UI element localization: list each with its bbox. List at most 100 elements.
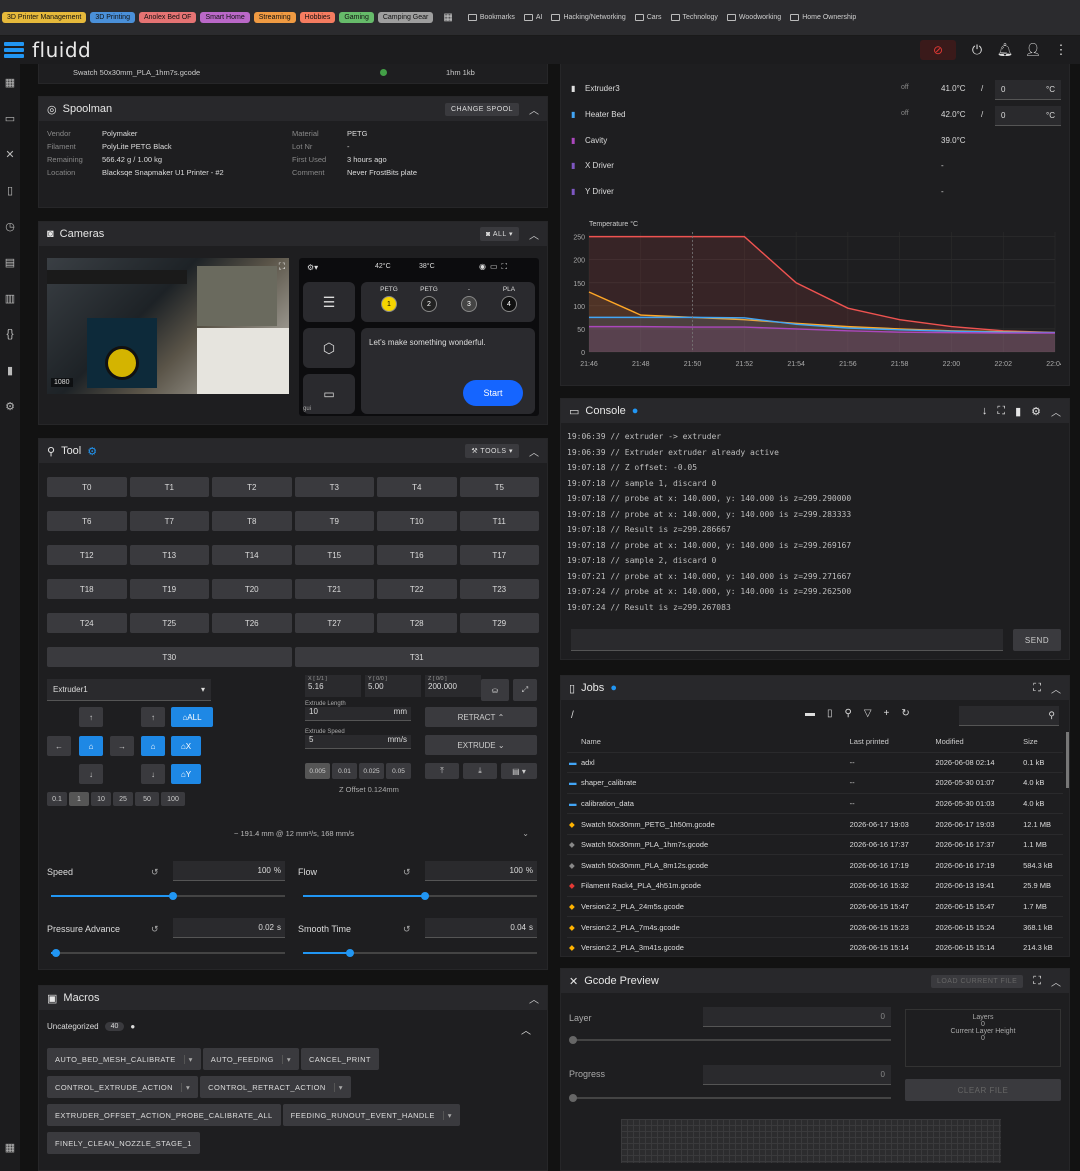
tool-button[interactable]: T26 [212, 613, 292, 633]
bookmark-folder[interactable]: Cars [634, 14, 662, 21]
job-row[interactable]: ◆ Swatch 50x30mm_PLA_8m12s.gcode 2026-06-1… [567, 854, 1063, 876]
bookmark-folder[interactable]: Hacking/Networking [551, 14, 626, 21]
progress-slider[interactable] [569, 1094, 891, 1102]
dashboard-icon[interactable]: ▦ [0, 64, 20, 100]
grid-icon[interactable]: ▦ [0, 1129, 20, 1165]
bookmark-chip[interactable]: 3D Printer Management [2, 12, 87, 23]
z-save-button[interactable]: ▤ ▾ [501, 763, 537, 779]
tool-button[interactable]: T6 [47, 511, 127, 531]
filter-icon[interactable]: ▽ [864, 708, 872, 719]
tool-button[interactable]: T4 [377, 477, 457, 497]
tool-button[interactable]: T1 [129, 477, 209, 497]
jog-step-button[interactable]: 10 [91, 792, 111, 806]
refresh-icon[interactable]: ↻ [901, 708, 909, 719]
layer-input[interactable]: 0 [703, 1007, 891, 1027]
z-step-button[interactable]: 0.01 [332, 763, 357, 779]
jog-step-button[interactable]: 25 [113, 792, 133, 806]
z-down-button[interactable]: ⤓ [463, 763, 497, 779]
st-reset-icon[interactable]: ↺ [403, 924, 411, 935]
bookmark-folder[interactable]: Technology [670, 14, 718, 21]
macro-dropdown-icon[interactable]: ▾ [183, 1054, 193, 1064]
more-vert-icon[interactable]: ⋮ [1054, 42, 1068, 57]
tool-button[interactable]: T7 [129, 511, 209, 531]
flow-input[interactable]: 100% [425, 861, 537, 881]
job-row[interactable]: ◆ Version2.2_PLA_24m5s.gcode 2026-06-15 15… [567, 895, 1063, 917]
macro-button[interactable]: FEEDING_RUNOUT_EVENT_HANDLE ▾ [282, 1104, 460, 1126]
tool-button[interactable]: T8 [212, 511, 292, 531]
job-row[interactable]: ◆ Swatch 50x30mm_PLA_1hm7s.gcode 2026-06-1… [567, 833, 1063, 855]
bookmark-folder[interactable]: AI [523, 14, 542, 21]
tool-button[interactable]: T16 [377, 545, 457, 565]
tool-button[interactable]: T23 [459, 579, 539, 599]
macro-button[interactable]: CONTROL_RETRACT_ACTION ▾ [200, 1076, 351, 1098]
jog-step-button[interactable]: 1 [69, 792, 89, 806]
smooth-time-input[interactable]: 0.04 s [425, 918, 537, 938]
clear-file-button[interactable]: CLEAR FILE [905, 1079, 1061, 1101]
bookmark-chip[interactable]: Gaming [339, 12, 374, 23]
job-row[interactable]: ◆ Version2.2_PLA_7m4s.gcode 2026-06-15 15:… [567, 916, 1063, 938]
tool-button[interactable]: T27 [294, 613, 374, 633]
tool-button[interactable]: T28 [377, 613, 457, 633]
jog-step-button[interactable]: 50 [135, 792, 159, 806]
tool-button[interactable]: T14 [212, 545, 292, 565]
z-step-button[interactable]: 0.025 [359, 763, 384, 779]
job-row[interactable]: ◆ Swatch 50x30mm_PETG_1h50m.gcode 2026-06-… [567, 813, 1063, 835]
bookmark-chip[interactable]: Streaming [253, 12, 296, 23]
files-icon[interactable]: ▯ [0, 172, 20, 208]
change-spool-button[interactable]: CHANGE SPOOL [444, 102, 519, 116]
macro-dropdown-icon[interactable]: ▾ [180, 1082, 190, 1092]
tool-button[interactable]: T13 [129, 545, 209, 565]
tool-button[interactable]: T24 [47, 613, 127, 633]
tool-button[interactable]: T31 [294, 647, 539, 667]
pressure-advance-input[interactable]: 0.02 s [173, 918, 285, 938]
tool-button[interactable]: T3 [294, 477, 374, 497]
send-button[interactable]: SEND [1013, 629, 1061, 651]
notifications-icon[interactable]: 🔔︎ [997, 42, 1014, 57]
rate-expand-icon[interactable]: ⌄ [522, 829, 529, 838]
macro-button[interactable]: FINELY_CLEAN_NOZZLE_STAGE_1 [47, 1132, 200, 1154]
macro-dropdown-icon[interactable]: ▾ [281, 1054, 291, 1064]
collapse-chevron-icon[interactable]: ︿ [529, 991, 539, 1006]
pa-reset-icon[interactable]: ↺ [151, 924, 159, 935]
z-step-button[interactable]: 0.005 [305, 763, 330, 779]
add-icon[interactable]: + [884, 708, 890, 719]
fluidd-logo-icon[interactable] [4, 40, 24, 60]
tool-button[interactable]: T12 [47, 545, 127, 565]
bookmark-chip[interactable]: Hobbies [299, 12, 336, 23]
layer-slider[interactable] [569, 1036, 891, 1044]
jobs-expand-icon[interactable]: ⛶ [1033, 682, 1041, 695]
progress-input[interactable]: 0 [703, 1065, 891, 1085]
expand-icon[interactable]: ⤢ [513, 679, 537, 701]
macro-dropdown-icon[interactable]: ▾ [333, 1082, 343, 1092]
speed-slider[interactable] [51, 892, 285, 900]
tool-button[interactable]: T10 [377, 511, 457, 531]
bookmarks-grid-icon[interactable]: ▦ [443, 12, 452, 23]
bookmark-chip[interactable]: Camping Gear [377, 12, 434, 23]
motors-icon[interactable]: ⚙ [87, 445, 97, 458]
collapse-chevron-icon[interactable]: ︿ [521, 1022, 531, 1037]
job-row[interactable]: ▬ shaper_calibrate -- 2026-05-30 01:07 4.0 k… [567, 772, 1063, 794]
tool-button[interactable]: T19 [129, 579, 209, 599]
user-icon[interactable]: 👤︎ [1025, 42, 1042, 57]
flow-slider[interactable] [303, 892, 537, 900]
jobs-icon[interactable]: ▤ [0, 244, 20, 280]
job-row[interactable]: ◆ Filament Rack4_PLA_4h51m.gcode 2026-06-1… [567, 875, 1063, 897]
column-header[interactable]: Name [581, 732, 850, 752]
home-all-button[interactable]: ⌂ ALL [171, 707, 213, 727]
column-header[interactable]: Modified [935, 732, 1023, 752]
speed-input[interactable]: 100% [173, 861, 285, 881]
target-temp-input[interactable]: 0 °C [995, 105, 1061, 126]
target-temp-input[interactable]: 0 °C [995, 80, 1061, 100]
speed-reset-icon[interactable]: ↺ [151, 867, 159, 878]
settings-icon[interactable]: ⚙ [0, 388, 20, 424]
console-info-icon[interactable]: ● [632, 405, 639, 417]
extrude-speed-field[interactable]: Extrude Speed 5 mm/s [305, 729, 411, 753]
home-y-button[interactable]: ⌂ Y [171, 764, 201, 784]
gcode-viewer-bed[interactable] [621, 1119, 1001, 1163]
fullscreen-icon[interactable]: ⛶ [279, 261, 285, 272]
tool-button[interactable]: T0 [47, 477, 127, 497]
tool-button[interactable]: T9 [294, 511, 374, 531]
job-row[interactable]: ◆ Version2.2_PLA_3m41s.gcode 2026-06-15 15… [567, 936, 1063, 958]
jog-x-plus-button[interactable]: → [110, 736, 134, 756]
retract-button[interactable]: RETRACT ⌃ [425, 707, 537, 727]
